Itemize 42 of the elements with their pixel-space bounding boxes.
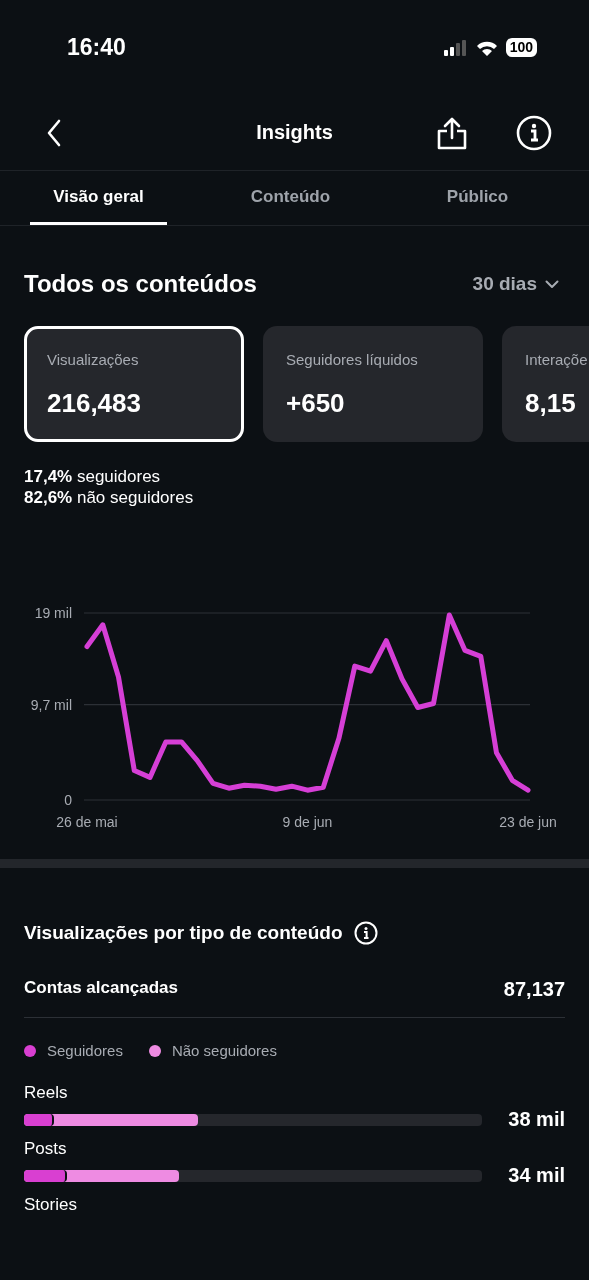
signal-icon	[443, 39, 468, 56]
tab[interactable]: Conteúdo	[222, 171, 359, 225]
y-axis-label: 0	[64, 792, 72, 808]
x-axis-label: 23 de jun	[499, 814, 557, 830]
page-title: Insights	[256, 121, 333, 144]
card-value: +650	[286, 388, 346, 419]
content-type-label: Reels	[24, 1083, 69, 1103]
bar-value: 34 mil	[508, 1164, 565, 1187]
wifi-icon	[475, 39, 498, 56]
tab[interactable]: Público	[409, 171, 546, 225]
period-dropdown[interactable]: 30 dias	[472, 273, 559, 295]
y-axis-label: 19 mil	[34, 605, 72, 621]
x-axis-label: 9 de jun	[282, 814, 333, 830]
info-icon[interactable]	[516, 114, 552, 151]
legend-label: Seguidores	[47, 1042, 123, 1059]
x-axis-label: 26 de mai	[56, 814, 118, 830]
metric-value: 87,137	[503, 978, 565, 1001]
card-label: Visualizações	[47, 351, 140, 368]
metric-card[interactable]: Visualizações 216,483	[24, 326, 244, 442]
battery-indicator: 100	[505, 38, 537, 57]
legend-label: Não seguidores	[171, 1042, 277, 1059]
metric-label: Contas alcançadas	[24, 978, 178, 999]
card-value: 216,483	[47, 388, 142, 419]
audience-share-text: 82,6% não seguidores	[24, 487, 195, 508]
metric-card[interactable]: Seguidores líquidos +650	[263, 326, 483, 442]
card-label: Seguidores líquidos	[286, 351, 419, 368]
content-type-label: Stories	[24, 1195, 78, 1215]
audience-share-text: 17,4% seguidores	[24, 466, 162, 487]
metric-card[interactable]: Interaçõe 8,15	[502, 326, 589, 442]
section-title: Visualizações por tipo de conteúdo	[24, 922, 343, 944]
chevron-down-icon	[545, 279, 559, 289]
content-type-label: Posts	[24, 1139, 68, 1159]
tab[interactable]: Visão geral	[30, 171, 167, 225]
back-icon[interactable]	[47, 118, 61, 147]
y-axis-label: 9,7 mil	[30, 696, 72, 713]
card-label: Interaçõe	[525, 351, 589, 368]
info-icon[interactable]	[354, 921, 379, 945]
section-title: Todos os conteúdos	[24, 270, 257, 298]
status-time: 16:40	[67, 34, 126, 61]
bar-value: 38 mil	[508, 1108, 565, 1131]
card-value: 8,15	[525, 388, 577, 419]
share-icon[interactable]	[436, 115, 468, 150]
